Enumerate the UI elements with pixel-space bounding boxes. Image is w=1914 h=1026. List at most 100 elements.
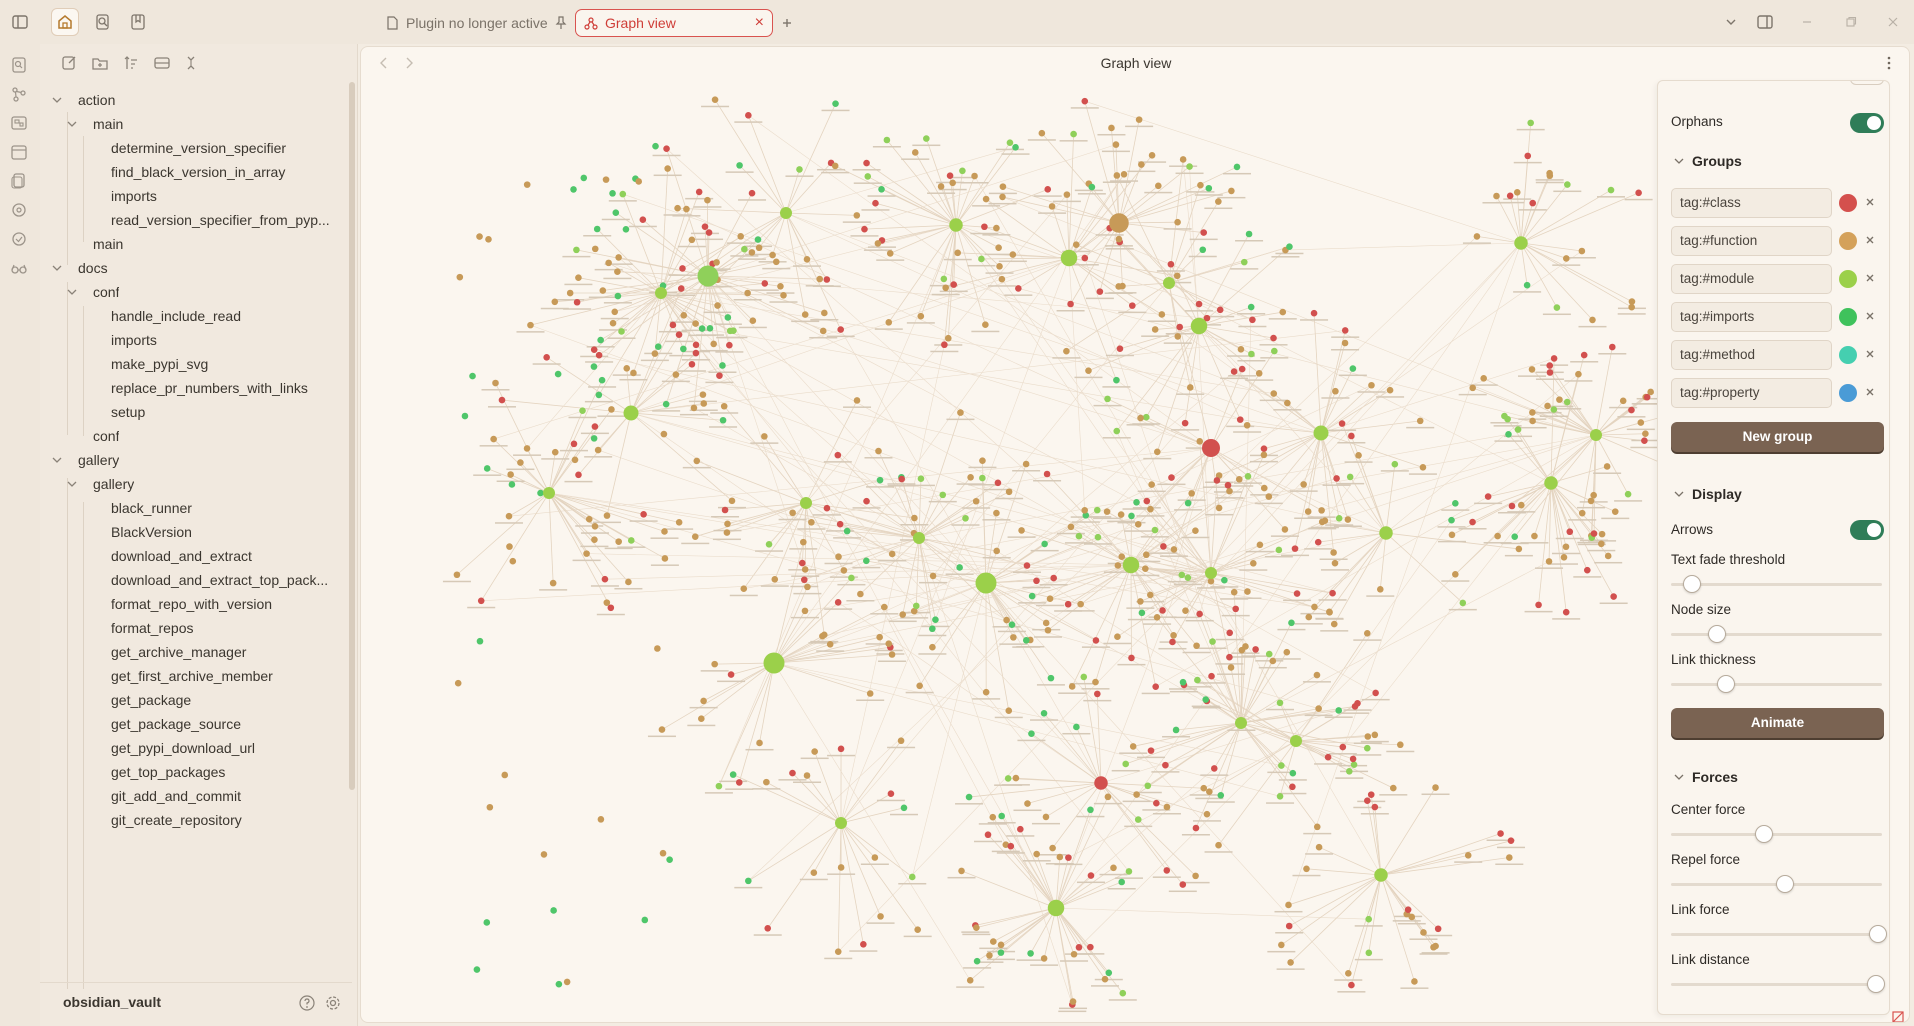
graph-node[interactable] [1610, 593, 1617, 600]
graph-node[interactable] [701, 223, 709, 230]
graph-node[interactable] [1514, 426, 1522, 433]
graph-node[interactable] [1546, 169, 1553, 177]
graph-node[interactable] [1226, 629, 1234, 637]
graph-node[interactable] [1017, 825, 1024, 833]
graph-node[interactable] [1096, 288, 1104, 295]
graph-node[interactable] [1364, 733, 1372, 740]
graph-node[interactable] [1137, 414, 1144, 422]
group-query-input[interactable]: tag:#method [1671, 340, 1832, 370]
graph-node[interactable] [875, 447, 882, 455]
graph-node[interactable] [1114, 562, 1122, 569]
graph-node[interactable] [1027, 950, 1034, 957]
graph-hub-node[interactable] [1163, 277, 1175, 289]
graph-node[interactable] [706, 324, 714, 332]
graph-node[interactable] [1597, 540, 1605, 548]
graph-node[interactable] [1085, 367, 1092, 374]
graph-node[interactable] [1216, 306, 1224, 314]
graph-node[interactable] [1148, 481, 1155, 488]
vault-name[interactable]: obsidian_vault [63, 994, 161, 1010]
graph-node[interactable] [1113, 427, 1121, 435]
graph-node[interactable] [1348, 981, 1355, 989]
graph-node[interactable] [1527, 119, 1534, 127]
graph-node[interactable] [551, 448, 559, 456]
graph-node[interactable] [1173, 272, 1181, 280]
graph-node[interactable] [1094, 690, 1101, 698]
graph-node[interactable] [590, 363, 598, 370]
graph-node[interactable] [796, 166, 803, 173]
graph-node[interactable] [1564, 181, 1571, 188]
graph-node[interactable] [1148, 152, 1156, 159]
close-icon[interactable]: × [755, 14, 764, 32]
graph-node[interactable] [1221, 576, 1228, 584]
graph-node[interactable] [453, 571, 461, 579]
graph-node[interactable] [609, 190, 616, 197]
graph-node[interactable] [1028, 730, 1035, 737]
graph-node[interactable] [1186, 163, 1193, 170]
graph-node[interactable] [897, 737, 905, 745]
graph-node[interactable] [1108, 124, 1115, 132]
graph-node[interactable] [1544, 402, 1551, 410]
graph-hub-node[interactable] [1379, 526, 1393, 540]
graph-node[interactable] [591, 522, 599, 530]
graph-node[interactable] [1284, 399, 1291, 407]
graph-node[interactable] [748, 249, 756, 256]
file-item[interactable]: get_pypi_download_url [111, 736, 341, 760]
graph-node[interactable] [509, 557, 517, 565]
graph-node[interactable] [609, 319, 617, 327]
graph-node[interactable] [1172, 726, 1180, 734]
graph-node[interactable] [1077, 600, 1084, 608]
graph-node[interactable] [1063, 191, 1071, 198]
graph-node[interactable] [973, 957, 981, 965]
graph-node[interactable] [599, 287, 607, 294]
graph-node[interactable] [551, 298, 559, 306]
graph-node[interactable] [1330, 549, 1337, 556]
graph-node[interactable] [1010, 634, 1017, 641]
graph-node[interactable] [803, 256, 811, 263]
graph-node[interactable] [989, 813, 997, 821]
graph-node[interactable] [801, 311, 809, 318]
graph-node[interactable] [1265, 493, 1273, 500]
graph-node[interactable] [1159, 607, 1166, 614]
graph-hub-node[interactable] [1544, 476, 1558, 490]
graph-node[interactable] [857, 590, 864, 598]
graph-node[interactable] [659, 849, 667, 857]
graph-node[interactable] [1364, 797, 1371, 805]
graph-node[interactable] [996, 263, 1003, 270]
remove-group-icon[interactable] [1864, 234, 1878, 248]
file-item[interactable]: determine_version_specifier [111, 136, 341, 160]
graph-node[interactable] [1186, 384, 1194, 391]
graph-node[interactable] [1230, 368, 1238, 375]
graph-node[interactable] [1170, 546, 1178, 553]
graph-node[interactable] [1244, 473, 1252, 480]
graph-node[interactable] [1464, 852, 1472, 859]
graph-node[interactable] [837, 326, 844, 333]
remove-group-icon[interactable] [1864, 310, 1878, 324]
folder-action-main[interactable]: main [93, 112, 123, 136]
graph-node[interactable] [898, 475, 905, 483]
graph-node[interactable] [1314, 538, 1322, 546]
graph-node[interactable] [1075, 944, 1083, 951]
graph-node[interactable] [1115, 283, 1122, 290]
graph-node[interactable] [826, 641, 834, 648]
graph-hub-node[interactable] [1190, 317, 1208, 335]
graph-node[interactable] [1215, 198, 1222, 205]
graph-node[interactable] [1179, 156, 1187, 163]
graph-node[interactable] [1162, 761, 1169, 769]
graph-node[interactable] [1208, 672, 1215, 680]
graph-node[interactable] [614, 292, 622, 300]
graph-node[interactable] [1311, 603, 1318, 611]
graph-node[interactable] [944, 334, 952, 342]
graph-node[interactable] [1197, 181, 1204, 189]
graph-node[interactable] [1329, 589, 1336, 597]
graph-node[interactable] [763, 778, 770, 786]
graph-node[interactable] [593, 225, 601, 233]
graph-node[interactable] [749, 317, 757, 324]
graph-node[interactable] [1169, 638, 1176, 646]
graph-node[interactable] [664, 165, 671, 172]
graph-node[interactable] [1043, 470, 1051, 478]
graph-node[interactable] [1404, 906, 1412, 913]
graph-node[interactable] [1250, 560, 1257, 567]
graph-node[interactable] [619, 190, 627, 198]
graph-node[interactable] [1115, 235, 1123, 243]
graph-node[interactable] [1048, 203, 1056, 210]
